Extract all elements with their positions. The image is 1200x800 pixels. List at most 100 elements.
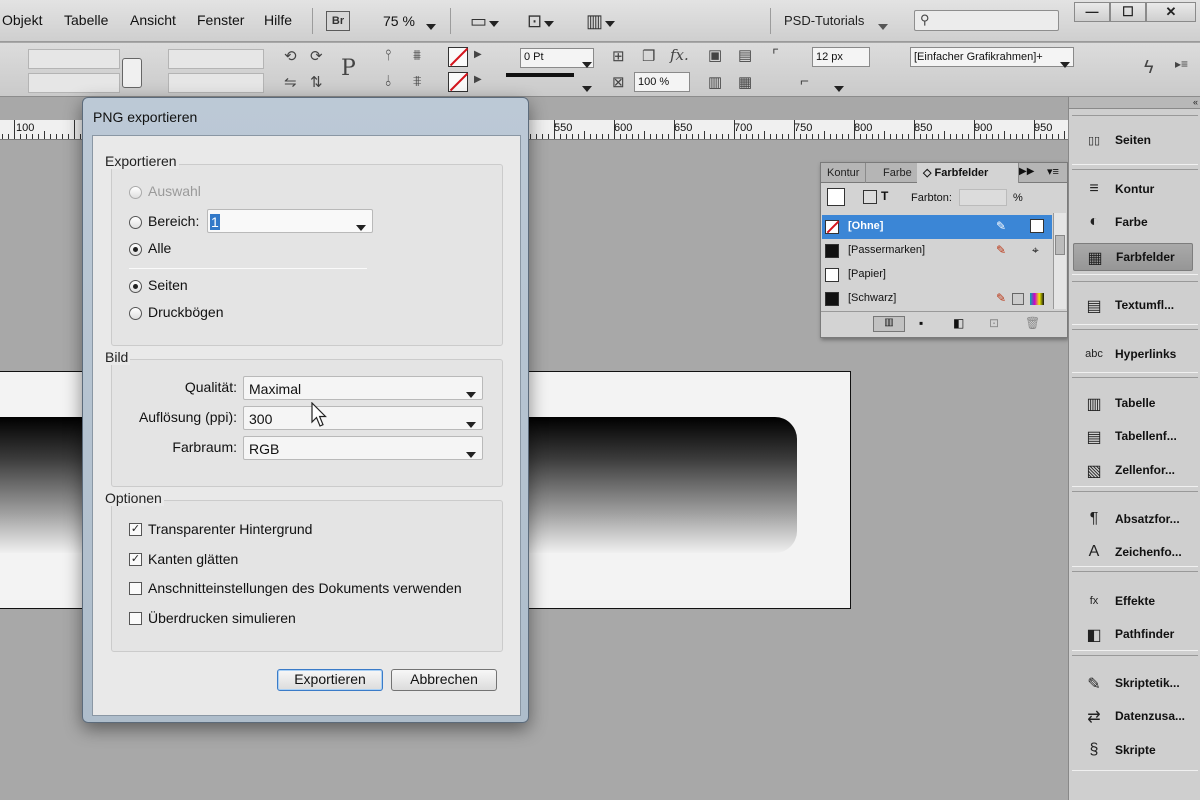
checkbox-kanten[interactable]: ✓ (129, 553, 142, 566)
menu-ansicht[interactable]: Ansicht (130, 12, 176, 28)
panel-collapse-icon[interactable]: ▶▶ (1019, 166, 1034, 177)
rotate-icon[interactable]: ⟲ (284, 47, 297, 65)
view-options-icon[interactable]: ▭ (470, 11, 500, 32)
corner-shape-dropdown-icon[interactable] (834, 80, 844, 95)
quick-apply-icon[interactable]: ϟ (1144, 57, 1154, 78)
text-wrap-shape-icon[interactable]: ▥ (708, 73, 722, 91)
tab-farbfelder[interactable]: ◇ Farbfelder (917, 163, 1019, 183)
checkbox-anschnitt[interactable] (129, 582, 142, 595)
chevron-down-icon[interactable] (466, 446, 476, 461)
delete-swatch-icon[interactable]: 🗑 (1025, 316, 1040, 330)
panel-menu-icon[interactable]: ▾≡ (1047, 165, 1059, 178)
dock-item-character-styles[interactable]: A Zeichenfo... (1073, 539, 1193, 567)
chevron-down-icon[interactable] (466, 386, 476, 401)
y-position-field[interactable] (28, 73, 120, 93)
fill-menu-icon[interactable]: ▶ (474, 49, 482, 60)
control-panel-menu-icon[interactable]: ▸≡ (1175, 57, 1188, 71)
zoom-level[interactable]: 75 % (383, 13, 415, 29)
dock-item-color-palette[interactable]: ◐ Farbe (1073, 209, 1193, 237)
tab-farbe[interactable]: Farbe (877, 163, 919, 183)
p-reference-icon[interactable]: P (341, 56, 356, 81)
tint-input[interactable] (959, 189, 1007, 206)
swatch-item-black[interactable]: [Schwarz] ✎ (822, 287, 1052, 311)
flip-vertical-icon[interactable]: ⇅ (310, 73, 323, 91)
swatches-scrollbar[interactable] (1053, 213, 1066, 309)
maximize-button[interactable]: ☐ (1110, 2, 1146, 22)
corner-shape-icon[interactable]: ⌐ (800, 73, 809, 90)
workspace-switcher[interactable]: PSD-Tutorials (784, 13, 864, 28)
menu-objekt[interactable]: Objekt (2, 12, 42, 28)
select-content-icon[interactable]: ⩨ (413, 73, 421, 90)
flip-horizontal-icon[interactable]: ⇋ (284, 73, 297, 91)
screen-mode-icon[interactable]: ⊡ (527, 11, 555, 32)
select-container-icon[interactable]: ⫰ (385, 73, 392, 90)
show-color-swatches-icon[interactable]: ▪ (919, 316, 923, 330)
checkbox-transparent[interactable]: ✓ (129, 523, 142, 536)
x-position-field[interactable] (28, 49, 120, 69)
fill-stroke-swap-icon[interactable] (827, 188, 845, 206)
checkbox-ueberdrucken[interactable] (129, 612, 142, 625)
menu-fenster[interactable]: Fenster (197, 12, 244, 28)
show-gradient-swatches-icon[interactable]: ◧ (953, 316, 964, 330)
object-style-dropdown-icon[interactable] (1060, 56, 1070, 71)
dock-collapse-icon[interactable]: « (1069, 97, 1200, 109)
dock-item-cell-styles[interactable]: ▧ Zellenfor... (1073, 457, 1193, 485)
aufloesung-dropdown[interactable]: 300 (243, 406, 483, 430)
stroke-type-dropdown-icon[interactable] (582, 80, 592, 95)
radio-seiten[interactable] (129, 280, 142, 293)
radio-bereich[interactable] (129, 216, 142, 229)
swatch-item-registration[interactable]: [Passermarken] ✎ ⌖ (822, 239, 1052, 263)
rotate-ccw-icon[interactable]: ⟳ (310, 47, 323, 65)
dock-item-stroke[interactable]: ≡ Kontur (1073, 176, 1193, 204)
show-all-swatches-icon[interactable]: ▥ (873, 316, 905, 332)
dock-item-effects-fx[interactable]: fx Effekte (1073, 588, 1193, 616)
effects-fx-icon[interactable]: fx. (670, 46, 689, 64)
radio-auswahl[interactable] (129, 186, 142, 199)
dock-item-pathfinder[interactable]: ◧ Pathfinder (1073, 621, 1193, 649)
dock-item-paragraph-styles[interactable]: ¶ Absatzfor... (1073, 506, 1193, 534)
corner-options-icon[interactable]: ⌜ (772, 46, 779, 64)
frame-fit-icon[interactable]: ⊞ (612, 47, 625, 65)
dock-item-pages[interactable]: ▯▯ Seiten (1073, 127, 1193, 155)
menu-hilfe[interactable]: Hilfe (264, 12, 292, 28)
dock-item-script-label[interactable]: ✎ Skriptetik... (1073, 670, 1193, 698)
stroke-weight-dropdown-icon[interactable] (582, 56, 592, 71)
formatting-container-icon[interactable] (863, 190, 877, 204)
align-icon[interactable]: ⫯ (385, 47, 392, 64)
opacity-icon[interactable]: ⊠ (612, 73, 625, 91)
stroke-type-sample[interactable] (506, 73, 574, 77)
drop-shadow-icon[interactable]: ❐ (642, 47, 655, 65)
new-swatch-icon[interactable]: ⊡ (989, 316, 999, 330)
menu-tabelle[interactable]: Tabelle (64, 12, 108, 28)
close-button[interactable]: ✕ (1146, 2, 1196, 22)
dock-item-swatches-grid[interactable]: ▦ Farbfelder (1073, 243, 1193, 271)
zoom-dropdown-icon[interactable] (426, 18, 436, 33)
dock-item-data-merge[interactable]: ⇄ Datenzusa... (1073, 703, 1193, 731)
cancel-button[interactable]: Abbrechen (391, 669, 497, 691)
dock-item-table[interactable]: ▥ Tabelle (1073, 390, 1193, 418)
minimize-button[interactable]: — (1074, 2, 1110, 22)
swatch-item-none[interactable]: [Ohne] ✎ (822, 215, 1052, 239)
text-wrap-jump-icon[interactable]: ▦ (738, 73, 752, 91)
scroll-thumb[interactable] (1055, 235, 1065, 255)
export-button[interactable]: Exportieren (277, 669, 383, 691)
text-wrap-none-icon[interactable]: ▣ (708, 46, 722, 64)
chevron-down-icon[interactable] (356, 219, 366, 234)
distribute-icon[interactable]: ⩩ (413, 47, 421, 64)
formatting-text-icon[interactable]: T (881, 189, 888, 203)
dock-item-scripts[interactable]: § Skripte (1073, 737, 1193, 765)
search-input[interactable]: ⚲ (914, 10, 1059, 31)
stroke-none-icon[interactable] (448, 72, 469, 92)
stroke-menu-icon[interactable]: ▶ (474, 74, 482, 85)
bridge-icon[interactable]: Br (326, 11, 350, 31)
workspace-dropdown-icon[interactable] (878, 18, 888, 33)
chevron-down-icon[interactable] (466, 416, 476, 431)
constrain-proportions-icon[interactable] (122, 58, 142, 88)
bereich-input[interactable]: 1 (207, 209, 373, 233)
dock-item-table-styles[interactable]: ▤ Tabellenf... (1073, 423, 1193, 451)
radio-alle[interactable] (129, 243, 142, 256)
dock-item-text-wrap[interactable]: ▤ Textumfl... (1073, 292, 1193, 320)
tab-kontur[interactable]: Kontur (821, 163, 867, 183)
width-field[interactable] (168, 49, 264, 69)
text-wrap-bbox-icon[interactable]: ▤ (738, 46, 752, 64)
